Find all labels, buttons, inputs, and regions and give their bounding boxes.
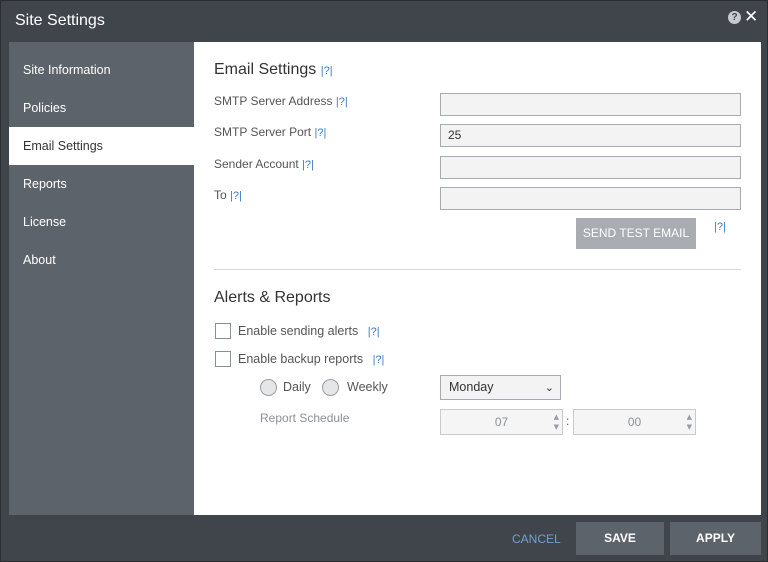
- daily-label: Daily: [283, 380, 311, 394]
- sender-account-input[interactable]: [440, 156, 741, 179]
- help-icon[interactable]: ?: [728, 11, 741, 24]
- enable-alerts-label: Enable sending alerts |?|: [238, 324, 380, 338]
- send-test-email-button[interactable]: SEND TEST EMAIL: [576, 218, 696, 249]
- to-input[interactable]: [440, 187, 741, 210]
- smtp-port-label: SMTP Server Port |?|: [214, 125, 326, 139]
- email-settings-heading: Email Settings |?|: [214, 61, 333, 79]
- sidebar-item-reports[interactable]: Reports: [9, 165, 194, 203]
- time-separator: :: [566, 414, 570, 428]
- to-label-text: To: [214, 188, 227, 202]
- site-settings-dialog: Site Settings ? ✕ Site Information Polic…: [0, 0, 768, 562]
- chevron-down-icon: ⌄: [544, 381, 554, 394]
- hour-value: 07: [494, 415, 509, 429]
- enable-backup-reports-checkbox[interactable]: [215, 351, 231, 367]
- email-settings-help-link[interactable]: |?|: [321, 65, 333, 77]
- enable-alerts-checkbox[interactable]: [215, 323, 231, 339]
- smtp-address-input[interactable]: [440, 93, 741, 116]
- hour-up-arrow-icon[interactable]: ▲: [554, 413, 559, 421]
- enable-backup-reports-label: Enable backup reports |?|: [238, 352, 384, 366]
- weekly-radio[interactable]: [322, 379, 339, 396]
- email-settings-title: Email Settings: [214, 61, 317, 78]
- minute-value: 00: [627, 415, 642, 429]
- daily-radio[interactable]: [260, 379, 277, 396]
- sidebar-item-policies[interactable]: Policies: [9, 89, 194, 127]
- smtp-address-label: SMTP Server Address |?|: [214, 94, 348, 108]
- hour-down-arrow-icon[interactable]: ▼: [554, 423, 559, 431]
- section-divider: [214, 269, 741, 270]
- dialog-title: Site Settings: [15, 12, 105, 29]
- sidebar-item-license[interactable]: License: [9, 203, 194, 241]
- save-button[interactable]: SAVE: [576, 522, 664, 555]
- report-day-select[interactable]: Monday ⌄: [440, 375, 561, 400]
- apply-button[interactable]: APPLY: [670, 522, 761, 555]
- enable-backup-reports-help-link[interactable]: |?|: [373, 354, 385, 366]
- weekly-label: Weekly: [347, 380, 388, 394]
- send-test-email-help-link[interactable]: |?|: [714, 221, 726, 233]
- minute-spinner[interactable]: 00 ▲ ▼: [573, 409, 696, 435]
- alerts-reports-title: Alerts & Reports: [214, 289, 331, 306]
- smtp-port-input[interactable]: 25: [440, 124, 741, 147]
- to-label: To |?|: [214, 188, 242, 202]
- sender-account-help-link[interactable]: |?|: [302, 159, 314, 171]
- enable-backup-reports-label-text: Enable backup reports: [238, 352, 364, 366]
- sender-account-label-text: Sender Account: [214, 157, 299, 171]
- hour-spinner[interactable]: 07 ▲ ▼: [440, 409, 563, 435]
- cancel-button[interactable]: CANCEL: [512, 532, 561, 546]
- smtp-port-help-link[interactable]: |?|: [314, 127, 326, 139]
- email-settings-panel: Email Settings |?| SMTP Server Address |…: [194, 42, 761, 515]
- sidebar-item-about[interactable]: About: [9, 241, 194, 279]
- minute-down-arrow-icon[interactable]: ▼: [687, 423, 692, 431]
- sidebar-item-email-settings[interactable]: Email Settings: [9, 127, 194, 165]
- report-day-select-value: Monday: [449, 380, 494, 394]
- smtp-port-label-text: SMTP Server Port: [214, 125, 312, 139]
- report-schedule-label: Report Schedule: [260, 411, 350, 425]
- minute-up-arrow-icon[interactable]: ▲: [687, 413, 692, 421]
- sidebar-item-site-information[interactable]: Site Information: [9, 51, 194, 89]
- smtp-address-label-text: SMTP Server Address: [214, 94, 333, 108]
- title-bar: Site Settings ? ✕: [1, 1, 768, 42]
- close-icon[interactable]: ✕: [744, 8, 758, 26]
- sender-account-label: Sender Account |?|: [214, 157, 314, 171]
- sidebar-nav: Site Information Policies Email Settings…: [9, 42, 194, 515]
- enable-alerts-help-link[interactable]: |?|: [368, 326, 380, 338]
- smtp-address-help-link[interactable]: |?|: [336, 96, 348, 108]
- to-help-link[interactable]: |?|: [230, 190, 242, 202]
- enable-alerts-label-text: Enable sending alerts: [238, 324, 359, 338]
